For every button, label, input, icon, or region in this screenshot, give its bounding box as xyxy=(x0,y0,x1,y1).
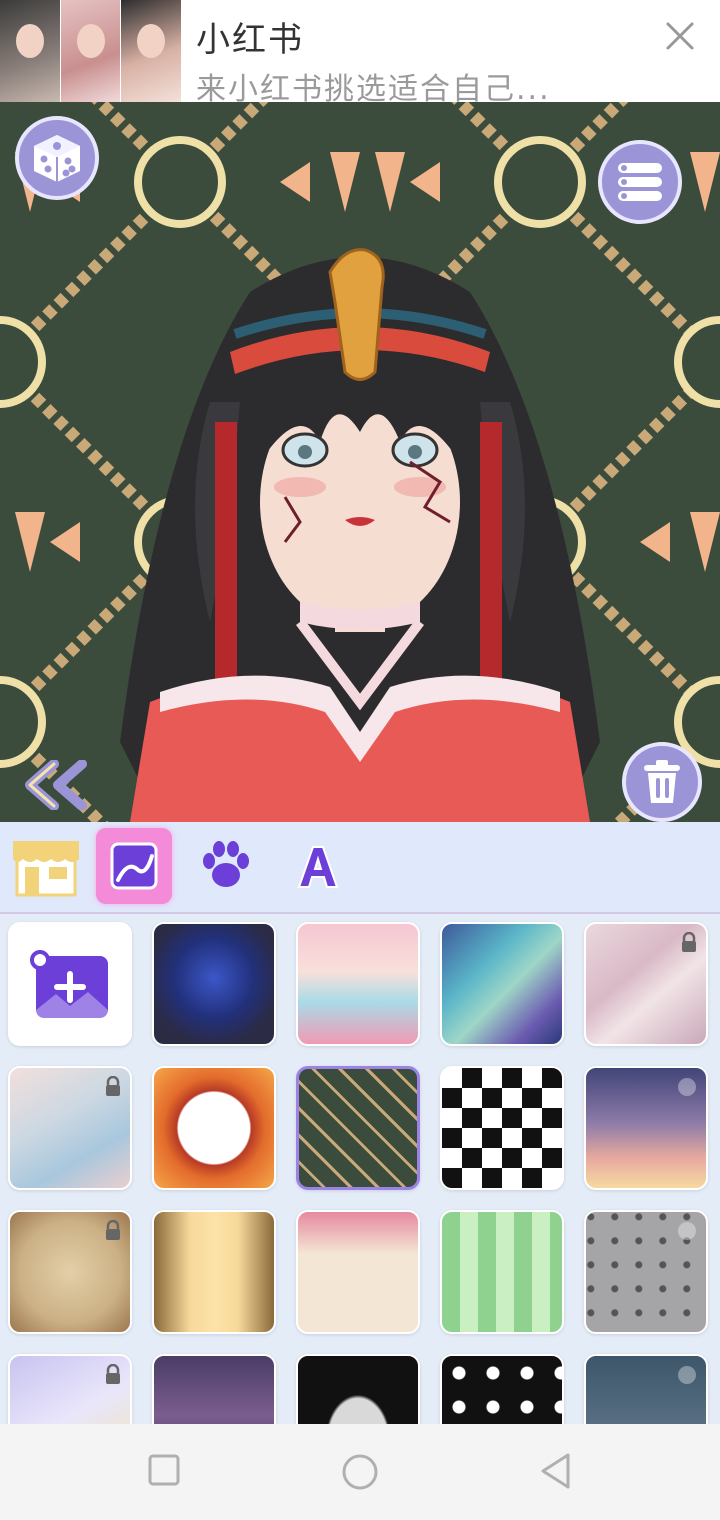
background-thumb[interactable] xyxy=(8,1066,132,1190)
background-grid xyxy=(0,914,720,1424)
background-thumb[interactable] xyxy=(152,922,276,1046)
system-nav-bar xyxy=(0,1424,720,1520)
trash-icon xyxy=(644,760,680,803)
video-ad-icon xyxy=(678,1222,696,1240)
background-thumb[interactable] xyxy=(440,1354,564,1424)
recent-apps-icon[interactable] xyxy=(148,1454,180,1488)
background-thumb[interactable] xyxy=(440,1210,564,1334)
background-thumb-selected[interactable] xyxy=(296,1066,420,1190)
menu-button[interactable] xyxy=(598,140,682,224)
dice-icon xyxy=(34,135,80,182)
ad-thumbnail xyxy=(121,0,182,102)
tab-shop[interactable] xyxy=(8,828,84,904)
lock-icon xyxy=(682,932,696,952)
background-icon xyxy=(110,842,158,890)
background-thumb[interactable] xyxy=(152,1354,276,1424)
background-thumb[interactable] xyxy=(8,1354,132,1424)
background-thumb[interactable] xyxy=(440,1066,564,1190)
background-thumb[interactable] xyxy=(584,1354,708,1424)
category-tab-bar xyxy=(0,822,720,914)
delete-button[interactable] xyxy=(622,742,702,822)
tab-pet[interactable] xyxy=(188,828,264,904)
background-thumb[interactable] xyxy=(152,1066,276,1190)
lock-icon xyxy=(106,1076,120,1096)
avatar-canvas[interactable] xyxy=(0,102,720,822)
paw-icon xyxy=(203,841,249,887)
lock-icon xyxy=(106,1364,120,1384)
background-thumb[interactable] xyxy=(440,922,564,1046)
add-image-icon xyxy=(30,950,108,1018)
background-thumb[interactable] xyxy=(8,1210,132,1334)
ad-title[interactable]: 小红书 xyxy=(196,12,304,61)
background-thumb[interactable] xyxy=(584,1066,708,1190)
ad-thumbnails[interactable] xyxy=(0,0,182,102)
ad-thumbnail xyxy=(0,0,60,102)
home-icon[interactable] xyxy=(340,1452,380,1492)
background-thumb[interactable] xyxy=(584,1210,708,1334)
background-thumb[interactable] xyxy=(296,1354,420,1424)
lock-icon xyxy=(106,1220,120,1240)
video-ad-icon xyxy=(678,1078,696,1096)
ad-thumbnail xyxy=(60,0,121,102)
back-icon[interactable] xyxy=(538,1452,574,1490)
text-a-icon xyxy=(297,846,339,888)
randomize-button[interactable] xyxy=(15,116,99,200)
list-icon xyxy=(618,163,662,201)
tab-text[interactable] xyxy=(280,828,356,904)
video-ad-icon xyxy=(678,1366,696,1384)
background-thumb[interactable] xyxy=(296,1210,420,1334)
background-thumb[interactable] xyxy=(584,922,708,1046)
double-chevron-left-icon[interactable] xyxy=(22,760,92,810)
ad-banner[interactable]: 小红书 来小红书挑选适合自己... xyxy=(0,0,720,107)
add-photo-button[interactable] xyxy=(8,922,132,1046)
tab-background[interactable] xyxy=(96,828,172,904)
background-thumb[interactable] xyxy=(296,922,420,1046)
background-thumb[interactable] xyxy=(152,1210,276,1334)
close-ad-icon[interactable] xyxy=(660,16,700,56)
shop-icon xyxy=(13,841,79,897)
